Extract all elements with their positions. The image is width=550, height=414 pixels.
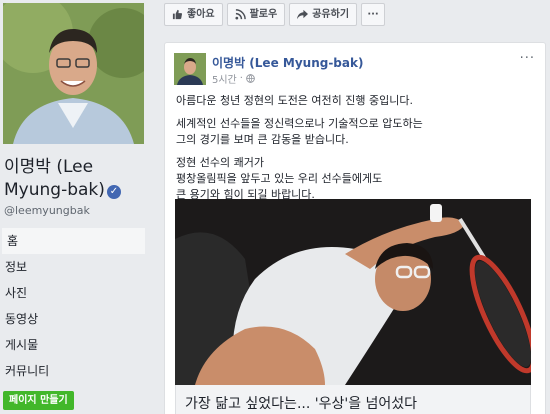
- nav-item-about[interactable]: 정보: [0, 254, 145, 280]
- post-line: 평창올림픽을 앞두고 있는 우리 선수들에게도: [176, 172, 383, 185]
- share-label: 공유하기: [312, 9, 350, 20]
- nav-item-home[interactable]: 홈: [0, 228, 145, 254]
- post-author-name[interactable]: 이명박 (Lee Myung-bak): [212, 54, 363, 71]
- post-line: 세계적인 선수들을 정신력으로나 기술적으로 압도하는: [176, 117, 423, 130]
- left-sidebar: 이명박 (Lee Myung-bak) ✓ @leemyungbak 홈 정보 사…: [0, 0, 153, 413]
- page-handle[interactable]: @leemyungbak: [4, 204, 90, 217]
- page-action-bar: 좋아요 팔로우 공유하기 ···: [164, 3, 386, 26]
- rss-follow-icon: [235, 9, 246, 20]
- nav-item-posts[interactable]: 게시물: [0, 332, 145, 358]
- create-page-button[interactable]: 페이지 만들기: [3, 391, 74, 410]
- post-link-image[interactable]: [175, 199, 531, 385]
- like-button[interactable]: 좋아요: [164, 3, 223, 26]
- share-button[interactable]: 공유하기: [289, 3, 358, 26]
- post-time-text: 5시간: [212, 75, 237, 86]
- share-arrow-icon: [297, 9, 309, 20]
- like-label: 좋아요: [187, 9, 215, 20]
- page-nav: 홈 정보 사진 동영상 게시물 커뮤니티: [0, 228, 145, 384]
- follow-label: 팔로우: [249, 9, 278, 20]
- verified-check-icon: ✓: [106, 185, 121, 199]
- separator: ·: [239, 73, 243, 84]
- post-timestamp[interactable]: 5시간 ·: [212, 71, 255, 86]
- page-name-text: 이명박 (Lee Myung-bak): [4, 157, 105, 200]
- more-actions-button[interactable]: ···: [361, 3, 386, 26]
- link-title: 가장 닮고 싶었다는... '우상'을 넘어섰다: [185, 396, 418, 412]
- profile-photo-image: [3, 3, 144, 144]
- thumbs-up-icon: [172, 9, 183, 20]
- post-paragraph: 아름다운 청년 정현의 도전은 여전히 진행 중입니다.: [176, 94, 413, 107]
- post-author-avatar[interactable]: [174, 53, 206, 85]
- post-body: 아름다운 청년 정현의 도전은 여전히 진행 중입니다. 세계적인 선수들을 정…: [176, 93, 536, 203]
- link-preview-caption[interactable]: 가장 닮고 싶었다는... '우상'을 넘어섰다: [175, 385, 531, 414]
- post-card: 이명박 (Lee Myung-bak) 5시간 · ··· 아름다운 청년 정현…: [164, 42, 546, 414]
- nav-item-videos[interactable]: 동영상: [0, 306, 145, 332]
- post-options-icon[interactable]: ···: [520, 51, 535, 66]
- globe-icon: [246, 74, 255, 83]
- page-name[interactable]: 이명박 (Lee Myung-bak) ✓: [4, 156, 149, 202]
- tennis-player-image: [175, 199, 531, 385]
- avatar-image: [174, 53, 206, 85]
- post-line: 정현 선수의 쾌거가: [176, 156, 264, 169]
- nav-item-community[interactable]: 커뮤니티: [0, 358, 145, 384]
- follow-button[interactable]: 팔로우: [226, 3, 286, 26]
- nav-item-photos[interactable]: 사진: [0, 280, 145, 306]
- profile-photo[interactable]: [3, 3, 144, 144]
- post-line: 그의 경기를 보며 큰 감동을 받습니다.: [176, 133, 349, 146]
